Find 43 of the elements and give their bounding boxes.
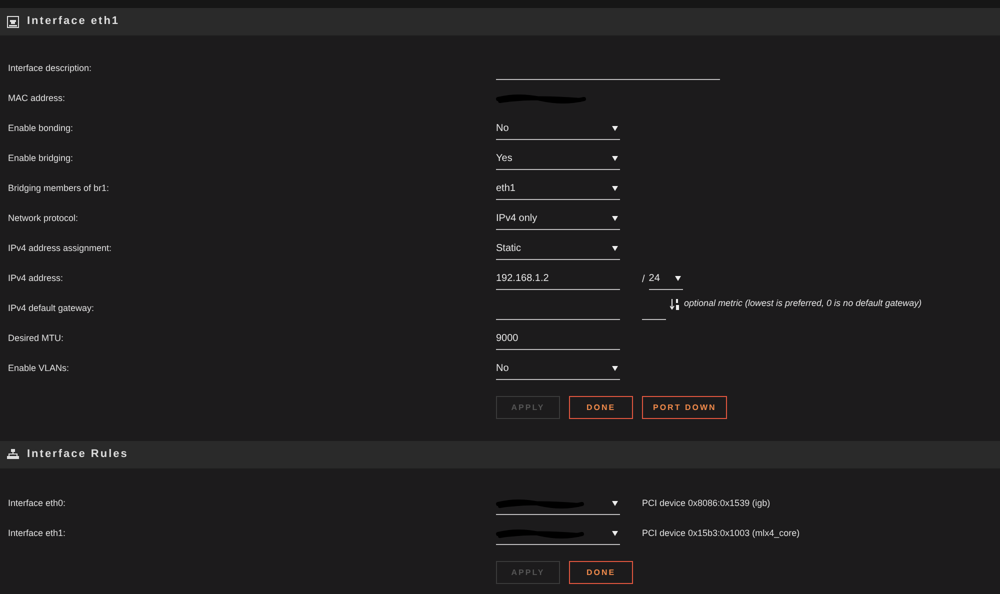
- caret-icon: [612, 531, 618, 536]
- field-label: Interface eth1:: [7, 527, 67, 540]
- caret-icon: [612, 246, 618, 251]
- hint-text: optional metric (lowest is preferred, 0 is no default gateway): [684, 297, 922, 310]
- action-button[interactable]: DONE: [569, 561, 633, 584]
- dropdown[interactable]: No: [496, 118, 620, 140]
- sort-icon: [670, 298, 680, 310]
- device-info: PCI device 0x8086:0x1539 (igb): [642, 497, 770, 510]
- field-label: Enable VLANs:: [7, 362, 70, 376]
- caret-icon: [612, 126, 618, 131]
- section-title: Interface Rules: [27, 447, 128, 462]
- dropdown[interactable]: Yes: [496, 148, 620, 170]
- field-label: Interface eth0:: [7, 497, 67, 510]
- caret-icon: [612, 366, 618, 371]
- field-label: MAC address:: [7, 92, 66, 106]
- caret-icon: [612, 156, 618, 161]
- input-field[interactable]: 192.168.1.2: [496, 268, 620, 290]
- input-field[interactable]: 9000: [496, 328, 620, 350]
- field-label: Interface description:: [7, 62, 93, 76]
- section-title: Interface eth1: [27, 14, 120, 30]
- dropdown[interactable]: No: [496, 358, 620, 380]
- network-tree-icon: [7, 449, 19, 460]
- field-label: Bridging members of br1:: [7, 182, 110, 196]
- action-button[interactable]: PORT DOWN: [642, 396, 728, 419]
- field-label: IPv4 address assignment:: [7, 242, 113, 256]
- field-label: Enable bridging:: [7, 152, 74, 166]
- device-info: PCI device 0x15b3:0x1003 (mlx4_core): [642, 527, 800, 540]
- dropdown[interactable]: eth1: [496, 178, 620, 200]
- caret-icon: [674, 276, 681, 281]
- field-label: IPv4 default gateway:: [7, 302, 96, 316]
- network-port-icon: [7, 16, 19, 28]
- separator-text: /: [642, 272, 645, 286]
- field-label: IPv4 address:: [7, 272, 64, 286]
- field-label: Network protocol:: [7, 212, 80, 226]
- caret-icon: [612, 216, 618, 221]
- field-label: Desired MTU:: [7, 332, 65, 346]
- caret-icon: [612, 501, 618, 506]
- action-button[interactable]: DONE: [569, 396, 633, 419]
- dropdown[interactable]: IPv4 only: [496, 208, 620, 230]
- dropdown[interactable]: Static: [496, 238, 620, 260]
- caret-icon: [612, 186, 618, 191]
- dropdown[interactable]: 24: [648, 268, 683, 290]
- field-label: Enable bonding:: [7, 122, 74, 136]
